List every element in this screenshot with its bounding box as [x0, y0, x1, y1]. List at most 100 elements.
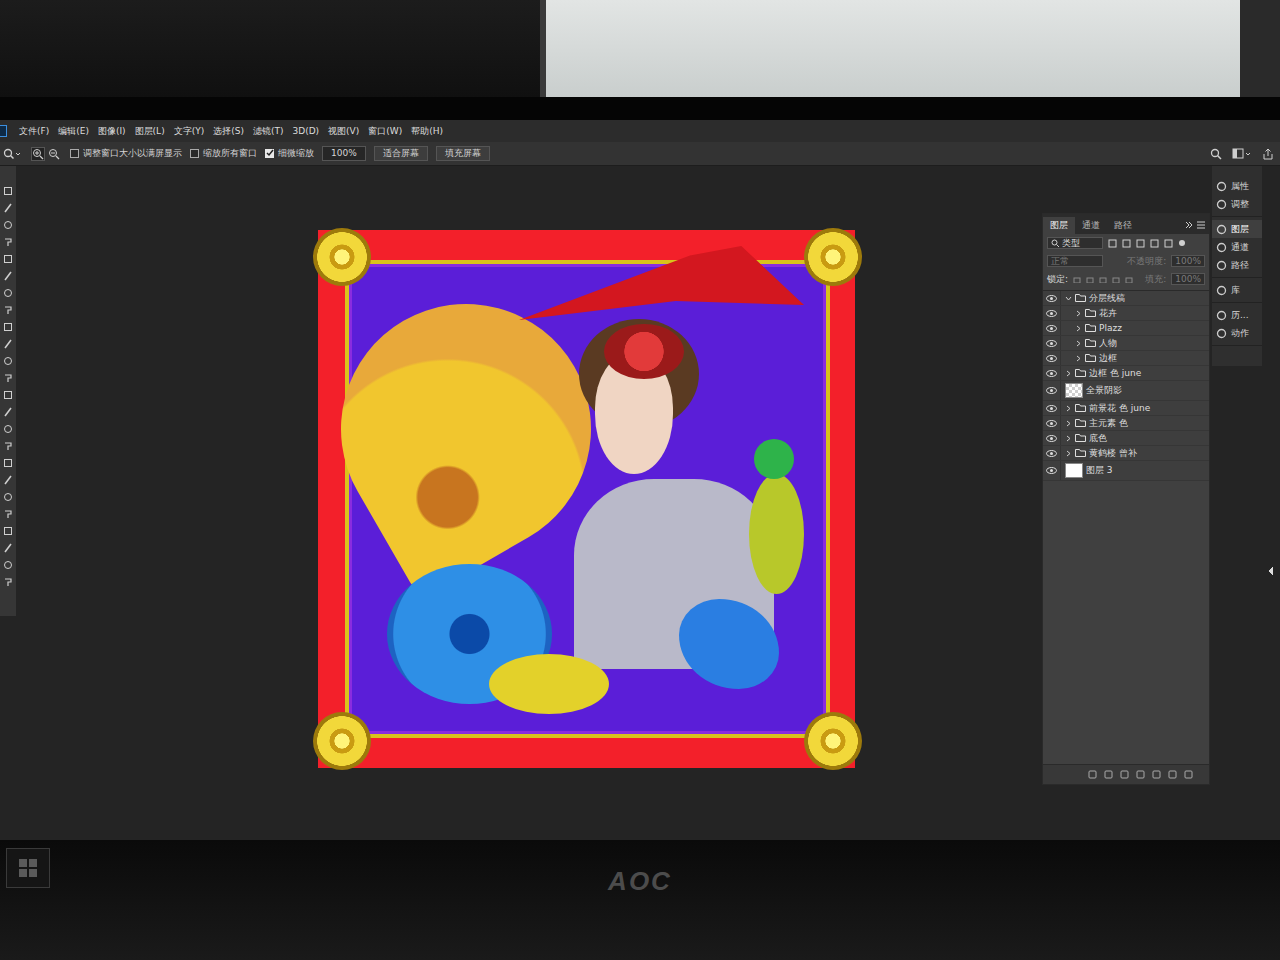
- expand-toggle[interactable]: [1075, 308, 1082, 319]
- layer-row[interactable]: 人物: [1043, 336, 1209, 351]
- collapse-icon[interactable]: [1185, 221, 1193, 229]
- dock-item[interactable]: 库: [1212, 281, 1262, 299]
- zoom-in-button[interactable]: [31, 147, 45, 161]
- tool-icon[interactable]: [3, 203, 13, 213]
- visibility-toggle[interactable]: [1043, 366, 1061, 380]
- menu-item[interactable]: 文件(F): [18, 126, 50, 137]
- start-button[interactable]: [6, 848, 50, 888]
- dock-item[interactable]: 路径: [1212, 256, 1262, 274]
- menu-item[interactable]: 图层(L): [134, 126, 166, 137]
- menu-item[interactable]: 图像(I): [97, 126, 127, 137]
- tool-icon[interactable]: [3, 305, 13, 315]
- filter-smart-icon[interactable]: [1164, 239, 1173, 248]
- dock-item[interactable]: 历...: [1212, 306, 1262, 324]
- lock-all-icon[interactable]: [1125, 275, 1133, 283]
- filter-select[interactable]: 类型: [1047, 237, 1103, 250]
- workspace-icon[interactable]: [1232, 148, 1252, 160]
- visibility-toggle[interactable]: [1043, 351, 1061, 365]
- layer-row[interactable]: 前景花 色 june: [1043, 401, 1209, 416]
- menu-item[interactable]: 文字(Y): [173, 126, 206, 137]
- filter-shape-icon[interactable]: [1150, 239, 1159, 248]
- blend-select[interactable]: 正常: [1047, 255, 1103, 268]
- layer-row[interactable]: 全景阴影: [1043, 381, 1209, 401]
- visibility-toggle[interactable]: [1043, 461, 1061, 480]
- tool-icon[interactable]: [3, 424, 13, 434]
- tool-icon[interactable]: [3, 509, 13, 519]
- expand-toggle[interactable]: [1065, 418, 1072, 429]
- menu-item[interactable]: 3D(D): [291, 126, 320, 137]
- panel-menu-icon[interactable]: [1197, 221, 1205, 229]
- checkbox-box[interactable]: [190, 149, 199, 158]
- lock-move-icon[interactable]: [1099, 275, 1107, 283]
- menu-item[interactable]: 帮助(H): [410, 126, 444, 137]
- filter-pixel-icon[interactable]: [1108, 239, 1117, 248]
- visibility-toggle[interactable]: [1043, 336, 1061, 350]
- expand-toggle[interactable]: [1065, 403, 1072, 414]
- expand-toggle[interactable]: [1065, 293, 1072, 304]
- layer-row[interactable]: 边框 色 june: [1043, 366, 1209, 381]
- layer-row[interactable]: Plazz: [1043, 321, 1209, 336]
- layer-row[interactable]: 底色: [1043, 431, 1209, 446]
- mask-icon[interactable]: [1120, 770, 1129, 779]
- visibility-toggle[interactable]: [1043, 306, 1061, 320]
- tool-icon[interactable]: [3, 475, 13, 485]
- zoom-tool-icon[interactable]: [3, 148, 21, 160]
- layer-row[interactable]: 分层线稿: [1043, 291, 1209, 306]
- expand-toggle[interactable]: [1065, 368, 1072, 379]
- tool-icon[interactable]: [3, 322, 13, 332]
- tool-icon[interactable]: [3, 373, 13, 383]
- tool-icon[interactable]: [3, 356, 13, 366]
- dock-item[interactable]: 调整: [1212, 195, 1262, 213]
- expand-arrow-icon[interactable]: [1267, 566, 1275, 576]
- tool-icon[interactable]: [3, 492, 13, 502]
- menu-item[interactable]: 编辑(E): [57, 126, 90, 137]
- lock-pixels-icon[interactable]: [1073, 275, 1081, 283]
- option-checkbox[interactable]: 缩放所有窗口: [190, 148, 257, 159]
- layer-row[interactable]: 图层 3: [1043, 461, 1209, 481]
- tool-icon[interactable]: [3, 390, 13, 400]
- tool-icon[interactable]: [3, 288, 13, 298]
- expand-toggle[interactable]: [1065, 433, 1072, 444]
- expand-toggle[interactable]: [1075, 323, 1082, 334]
- tool-icon[interactable]: [3, 407, 13, 417]
- layer-row[interactable]: 边框: [1043, 351, 1209, 366]
- option-checkbox[interactable]: 细微缩放: [265, 148, 314, 159]
- filter-type-icon[interactable]: [1136, 239, 1145, 248]
- zoom-field[interactable]: 100%: [322, 146, 366, 161]
- tool-icon[interactable]: [3, 560, 13, 570]
- panel-tab[interactable]: 图层: [1043, 217, 1075, 234]
- option-button[interactable]: 填充屏幕: [436, 146, 490, 161]
- filter-toggle-icon[interactable]: [1178, 239, 1186, 247]
- visibility-toggle[interactable]: [1043, 401, 1061, 415]
- artwork-canvas[interactable]: [318, 230, 855, 768]
- tool-icon[interactable]: [3, 220, 13, 230]
- tool-icon[interactable]: [3, 458, 13, 468]
- filter-adjust-icon[interactable]: [1122, 239, 1131, 248]
- menu-item[interactable]: 滤镜(T): [252, 126, 285, 137]
- fx-icon[interactable]: [1104, 770, 1113, 779]
- panel-tab[interactable]: 通道: [1075, 217, 1107, 234]
- dock-item[interactable]: 通道: [1212, 238, 1262, 256]
- opacity-field[interactable]: 100%: [1171, 255, 1205, 268]
- expand-toggle[interactable]: [1065, 448, 1072, 459]
- visibility-toggle[interactable]: [1043, 446, 1061, 460]
- tool-icon[interactable]: [3, 186, 13, 196]
- checkbox-box[interactable]: [265, 149, 274, 158]
- expand-toggle[interactable]: [1075, 338, 1082, 349]
- tool-icon[interactable]: [3, 254, 13, 264]
- visibility-toggle[interactable]: [1043, 431, 1061, 445]
- trash-icon[interactable]: [1184, 770, 1193, 779]
- expand-toggle[interactable]: [1075, 353, 1082, 364]
- adjustment-icon[interactable]: [1136, 770, 1145, 779]
- lock-paint-icon[interactable]: [1086, 275, 1094, 283]
- dock-item[interactable]: 图层: [1212, 220, 1262, 238]
- layer-row[interactable]: 主元素 色: [1043, 416, 1209, 431]
- option-checkbox[interactable]: 调整窗口大小以满屏显示: [70, 148, 182, 159]
- menu-item[interactable]: 选择(S): [212, 126, 245, 137]
- option-button[interactable]: 适合屏幕: [374, 146, 428, 161]
- tool-icon[interactable]: [3, 526, 13, 536]
- search-icon[interactable]: [1210, 148, 1222, 160]
- tool-icon[interactable]: [3, 339, 13, 349]
- dock-item[interactable]: 属性: [1212, 177, 1262, 195]
- share-icon[interactable]: [1262, 148, 1274, 160]
